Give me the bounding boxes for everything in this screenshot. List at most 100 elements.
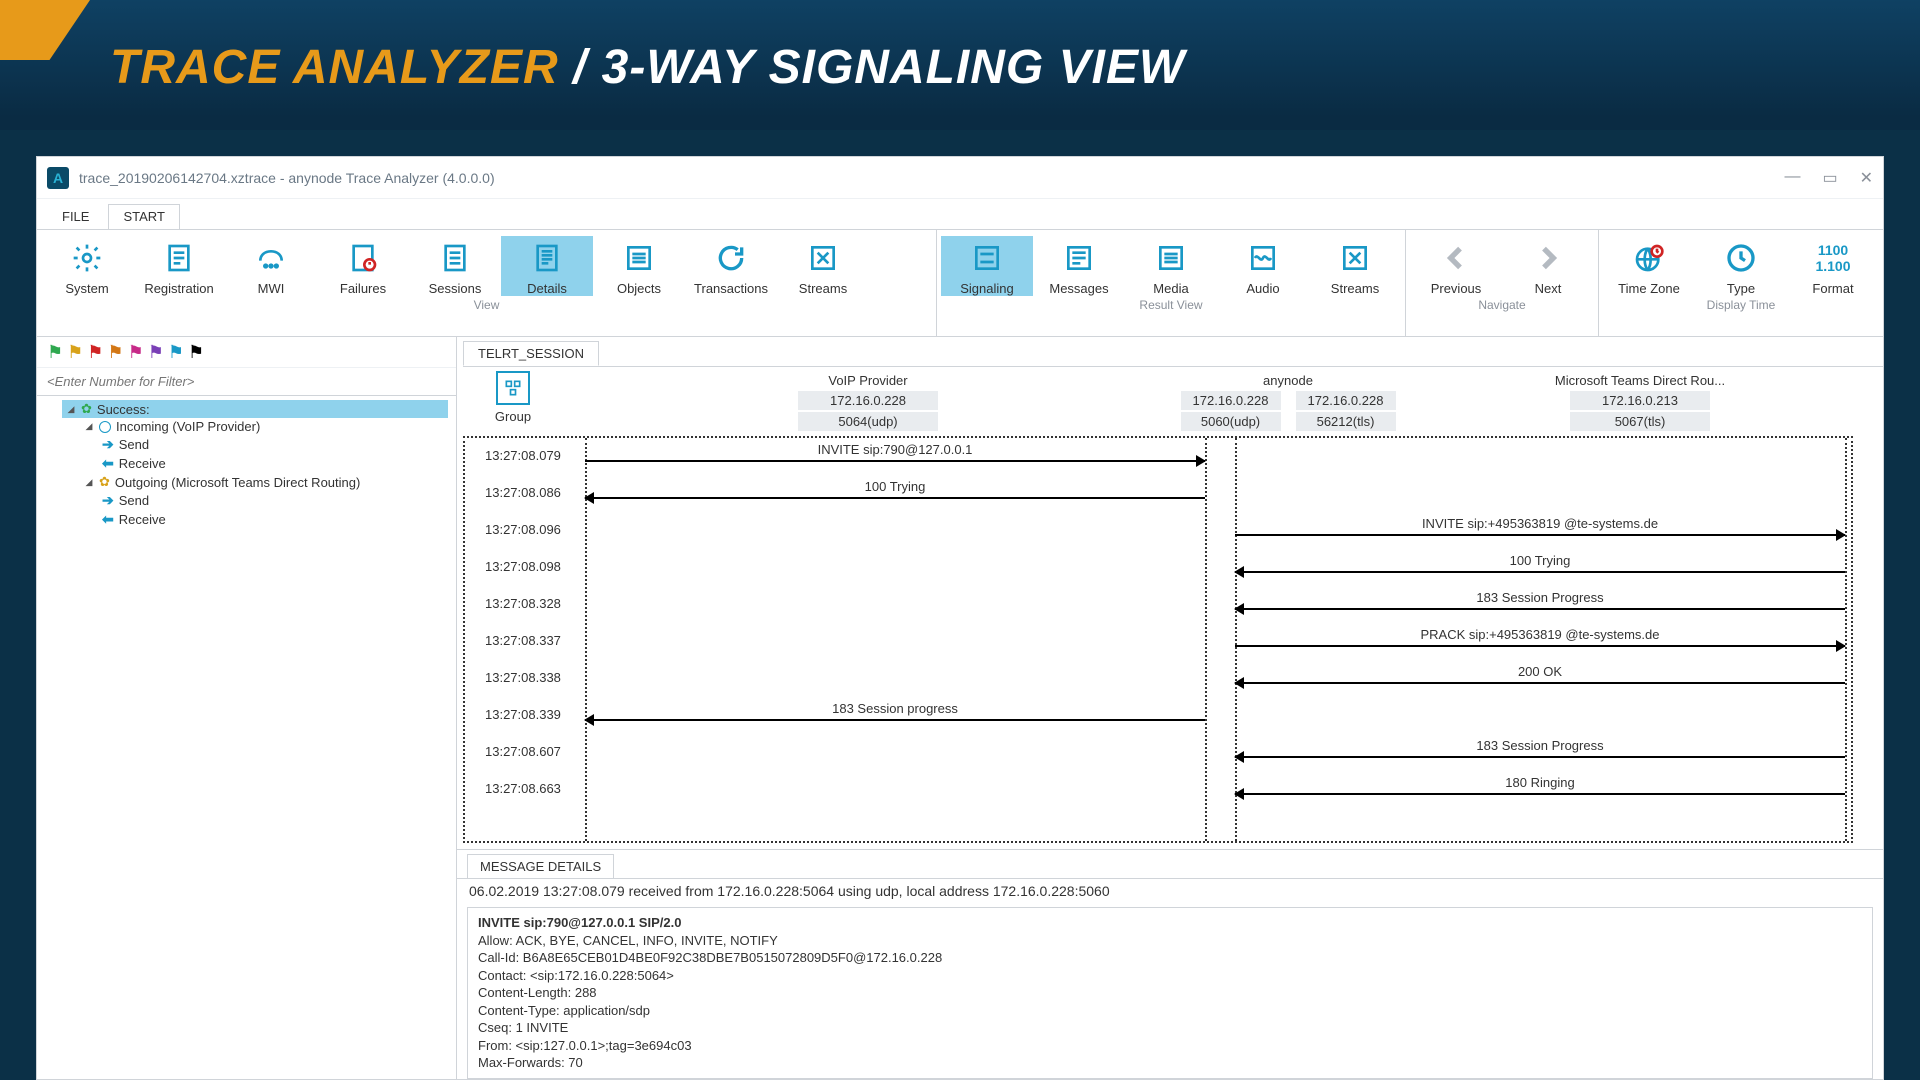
ribbon-audio[interactable]: Audio <box>1217 236 1309 296</box>
phone-icon <box>253 240 289 276</box>
from-line: From: <sip:127.0.0.1>;tag=3e694c03 <box>478 1037 1862 1055</box>
signaling-header: Group VoIP Provider 172.16.0.228 5064(ud… <box>457 367 1883 432</box>
ribbon-media[interactable]: Media <box>1125 236 1217 296</box>
flag-icon[interactable]: ⚑ <box>148 343 164 361</box>
col-voip-port: 5064(udp) <box>798 412 938 431</box>
col-anynode-ip2: 172.16.0.228 <box>1296 391 1396 410</box>
flag-row: ⚑⚑⚑⚑⚑⚑⚑⚑ <box>37 337 456 368</box>
flag-icon[interactable]: ⚑ <box>168 343 184 361</box>
slide-title-suffix: 3-WAY SIGNALING VIEW <box>602 41 1186 94</box>
signal-label: 183 Session Progress <box>1235 590 1845 605</box>
session-tab[interactable]: TELRT_SESSION <box>463 341 599 366</box>
tree-root-success[interactable]: ◢✿Success: <box>62 400 448 418</box>
maximize-button[interactable]: ▭ <box>1822 168 1837 188</box>
clock-icon <box>1723 240 1759 276</box>
signal-arrow <box>585 719 1205 721</box>
menubar: FILE START <box>37 199 1883 229</box>
ribbon-signaling[interactable]: Signaling <box>941 236 1033 296</box>
signal-row[interactable]: 13:27:08.098100 Trying <box>465 549 1851 587</box>
arrow-right-icon: ➔ <box>102 492 114 509</box>
arrow-right-icon: ➔ <box>102 436 114 453</box>
menu-start[interactable]: START <box>108 204 179 229</box>
ribbon-transactions[interactable]: Transactions <box>685 236 777 296</box>
minimize-button[interactable]: — <box>1784 168 1800 188</box>
ribbon-registration[interactable]: Registration <box>133 236 225 296</box>
signal-row[interactable]: 13:27:08.663180 Ringing <box>465 771 1851 809</box>
signal-row[interactable]: 13:27:08.337PRACK sip:+495363819 @te-sys… <box>465 623 1851 661</box>
ribbon: System Registration MWI Failures Session… <box>37 229 1883 337</box>
signal-time: 13:27:08.328 <box>485 596 561 611</box>
signal-arrow <box>1235 756 1845 758</box>
flag-icon[interactable]: ⚑ <box>67 343 83 361</box>
tree-send2[interactable]: ➔Send <box>98 491 448 510</box>
signal-row[interactable]: 13:27:08.339183 Session progress <box>465 697 1851 735</box>
flag-icon[interactable]: ⚑ <box>47 343 63 361</box>
group-result-caption: Result View <box>941 296 1401 312</box>
flag-icon[interactable]: ⚑ <box>128 343 144 361</box>
tree-send[interactable]: ➔Send <box>98 435 448 454</box>
col-anynode-title: anynode <box>1173 371 1403 390</box>
signaling-body[interactable]: 13:27:08.079INVITE sip:790@127.0.0.113:2… <box>463 436 1853 843</box>
flag-icon[interactable]: ⚑ <box>87 343 103 361</box>
signal-row[interactable]: 13:27:08.086100 Trying <box>465 475 1851 513</box>
network2-icon <box>1337 240 1373 276</box>
signal-row[interactable]: 13:27:08.096INVITE sip:+495363819 @te-sy… <box>465 512 1851 550</box>
ribbon-details[interactable]: Details <box>501 236 593 296</box>
document-icon <box>161 240 197 276</box>
chevron-right-icon <box>1530 240 1566 276</box>
tree-receive2[interactable]: ⬅Receive <box>98 510 448 529</box>
filter-input[interactable] <box>37 368 456 396</box>
signaling-icon <box>969 240 1005 276</box>
sidebar: ⚑⚑⚑⚑⚑⚑⚑⚑ ◢✿Success: ◢Incoming (VoIP Prov… <box>37 337 457 1079</box>
ribbon-objects[interactable]: Objects <box>593 236 685 296</box>
list-icon <box>621 240 657 276</box>
ribbon-type[interactable]: Type <box>1695 236 1787 296</box>
message-body[interactable]: INVITE sip:790@127.0.0.1 SIP/2.0 Allow: … <box>467 907 1873 1079</box>
outgoing-icon: ✿ <box>99 474 110 490</box>
signal-arrow <box>1235 793 1845 795</box>
check-icon <box>99 421 111 433</box>
ribbon-sessions[interactable]: Sessions <box>409 236 501 296</box>
arrow-left-icon: ⬅ <box>102 511 114 528</box>
app-logo-icon: A <box>47 167 69 189</box>
message-details-tab[interactable]: MESSAGE DETAILS <box>467 854 614 878</box>
signal-row[interactable]: 13:27:08.607183 Session Progress <box>465 734 1851 772</box>
tree-receive[interactable]: ⬅Receive <box>98 454 448 473</box>
flag-icon[interactable]: ⚑ <box>107 343 123 361</box>
window-title: trace_20190206142704.xztrace - anynode T… <box>79 170 495 186</box>
slide-title: TRACE ANALYZER / 3-WAY SIGNALING VIEW <box>110 40 1840 95</box>
session-tree[interactable]: ◢✿Success: ◢Incoming (VoIP Provider) ➔Se… <box>37 396 456 533</box>
slide-title-prefix: TRACE ANALYZER <box>110 41 559 94</box>
tree-incoming[interactable]: ◢Incoming (VoIP Provider) <box>80 418 448 435</box>
ribbon-format[interactable]: 11001.100Format <box>1787 236 1879 296</box>
ribbon-timezone[interactable]: Time Zone <box>1603 236 1695 296</box>
signal-row[interactable]: 13:27:08.079INVITE sip:790@127.0.0.1 <box>465 438 1851 476</box>
ribbon-streams-result[interactable]: Streams <box>1309 236 1401 296</box>
signal-row[interactable]: 13:27:08.328 183 Session Progress <box>465 586 1851 624</box>
close-button[interactable]: ✕ <box>1860 168 1873 188</box>
ribbon-messages[interactable]: Messages <box>1033 236 1125 296</box>
signal-label: 183 Session Progress <box>1235 738 1845 753</box>
group-view-caption: View <box>41 296 932 312</box>
main-panel: TELRT_SESSION Group VoIP Provider 172.16… <box>457 337 1883 1079</box>
format-icon: 11001.100 <box>1815 240 1851 276</box>
menu-file[interactable]: FILE <box>47 204 104 229</box>
flag-icon[interactable]: ⚑ <box>188 343 204 361</box>
titlebar: A trace_20190206142704.xztrace - anynode… <box>37 157 1883 199</box>
col-teams-title: Microsoft Teams Direct Rou... <box>1403 371 1877 390</box>
media-icon <box>1153 240 1189 276</box>
ribbon-mwi[interactable]: MWI <box>225 236 317 296</box>
signal-arrow <box>585 460 1205 462</box>
ribbon-system[interactable]: System <box>41 236 133 296</box>
signal-time: 13:27:08.079 <box>485 448 561 463</box>
ribbon-streams-view[interactable]: Streams <box>777 236 869 296</box>
col-teams-ip: 172.16.0.213 <box>1570 391 1710 410</box>
group-icon[interactable] <box>496 371 530 405</box>
ribbon-previous[interactable]: Previous <box>1410 236 1502 296</box>
col-teams-port: 5067(tls) <box>1570 412 1710 431</box>
ribbon-next[interactable]: Next <box>1502 236 1594 296</box>
tree-outgoing[interactable]: ◢✿Outgoing (Microsoft Teams Direct Routi… <box>80 473 448 491</box>
ribbon-failures[interactable]: Failures <box>317 236 409 296</box>
signal-row[interactable]: 13:27:08.338200 OK <box>465 660 1851 698</box>
success-icon: ✿ <box>81 401 92 417</box>
